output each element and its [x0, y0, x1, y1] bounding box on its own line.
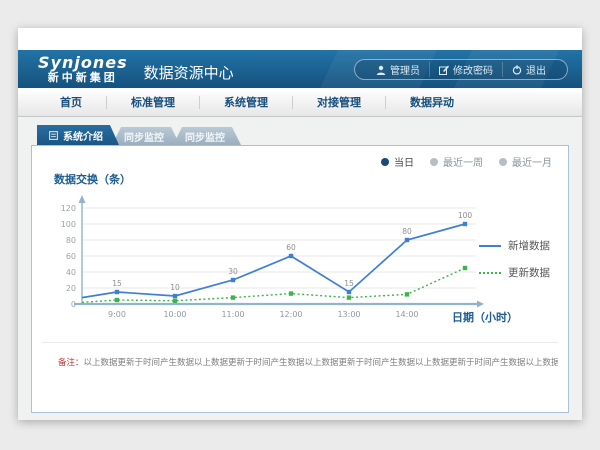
logout-label: 退出	[526, 62, 546, 77]
radio-dot	[381, 158, 389, 166]
brand-logo: Synjones 新中新集团	[38, 55, 128, 83]
document-icon	[49, 131, 58, 140]
note-text: 以上数据更新于时间产生数据以上数据更新于时间产生数据以上数据更新于时间产生数据以…	[84, 358, 558, 368]
brand-name: Synjones	[38, 55, 128, 72]
tab-label: 同步监控	[185, 129, 225, 144]
tab-label: 同步监控	[124, 129, 164, 144]
svg-text:11:00: 11:00	[221, 310, 244, 319]
radio-label: 当日	[394, 154, 414, 169]
tab-sync-monitor-2[interactable]: 同步监控	[173, 127, 241, 145]
svg-text:100: 100	[458, 211, 473, 220]
legend-item-update-data[interactable]: 更新数据	[479, 265, 550, 280]
svg-text:13:00: 13:00	[337, 310, 360, 319]
svg-text:10:00: 10:00	[163, 310, 186, 319]
svg-text:12:00: 12:00	[279, 310, 302, 319]
main-nav: 首页 标准管理 系统管理 对接管理 数据异动	[18, 88, 582, 117]
radio-today[interactable]: 当日	[381, 154, 414, 169]
nav-item-home[interactable]: 首页	[36, 96, 107, 109]
svg-text:60: 60	[66, 252, 76, 261]
user-name: 管理员	[390, 62, 420, 77]
footer-divider	[42, 342, 558, 343]
x-axis-title: 日期（小时）	[452, 309, 518, 325]
range-filter-group: 当日 最近一周 最近一月	[381, 154, 552, 169]
svg-text:100: 100	[61, 220, 76, 229]
header: Synjones 新中新集团 数据资源中心 管理员 修改密码 退出	[18, 50, 582, 88]
footer-note: 备注：以上数据更新于时间产生数据以上数据更新于时间产生数据以上数据更新于时间产生…	[58, 356, 558, 368]
svg-text:30: 30	[228, 267, 238, 276]
radio-label: 最近一周	[443, 154, 483, 169]
user-menu[interactable]: 管理员	[367, 62, 429, 77]
change-password-button[interactable]: 修改密码	[429, 62, 502, 77]
legend-label: 新增数据	[508, 238, 550, 253]
brand-name-cn: 新中新集团	[38, 72, 128, 84]
tab-bar: 系统介绍 同步监控 同步监控	[31, 125, 569, 145]
app-window: Synjones 新中新集团 数据资源中心 管理员 修改密码 退出 首页 标准管…	[18, 28, 582, 420]
svg-text:80: 80	[66, 236, 76, 245]
svg-text:120: 120	[61, 204, 76, 213]
solid-line-swatch	[479, 245, 501, 247]
line-chart: 0204060801001209:0010:0011:0012:0013:001…	[46, 188, 498, 338]
svg-text:9:00: 9:00	[108, 310, 126, 319]
series-legend: 新增数据 更新数据	[479, 238, 550, 292]
nav-item-system[interactable]: 系统管理	[200, 96, 293, 109]
chart-panel: 当日 最近一周 最近一月 数据交换（条） 0204060801001209:00…	[31, 145, 569, 413]
radio-label: 最近一月	[512, 154, 552, 169]
user-icon	[376, 65, 386, 75]
legend-label: 更新数据	[508, 265, 550, 280]
svg-text:80: 80	[402, 227, 412, 236]
radio-last-month[interactable]: 最近一月	[499, 154, 552, 169]
tab-sync-monitor-1[interactable]: 同步监控	[112, 127, 180, 145]
radio-dot	[499, 158, 507, 166]
change-password-label: 修改密码	[453, 62, 493, 77]
svg-text:60: 60	[286, 243, 296, 252]
svg-text:20: 20	[66, 284, 76, 293]
tab-system-intro[interactable]: 系统介绍	[37, 125, 119, 145]
svg-text:15: 15	[112, 279, 122, 288]
y-axis-title: 数据交换（条）	[54, 171, 131, 187]
svg-text:14:00: 14:00	[395, 310, 418, 319]
legend-item-new-data[interactable]: 新增数据	[479, 238, 550, 253]
nav-item-integration[interactable]: 对接管理	[293, 96, 386, 109]
logout-button[interactable]: 退出	[502, 62, 555, 77]
radio-last-week[interactable]: 最近一周	[430, 154, 483, 169]
nav-item-standards[interactable]: 标准管理	[107, 96, 200, 109]
content-area: 系统介绍 同步监控 同步监控 当日 最近一周	[18, 117, 582, 420]
page-title: 数据资源中心	[144, 56, 234, 83]
tab-label: 系统介绍	[63, 128, 103, 143]
svg-text:40: 40	[66, 268, 76, 277]
edit-icon	[439, 65, 449, 75]
power-icon	[512, 65, 522, 75]
radio-dot	[430, 158, 438, 166]
svg-text:15: 15	[344, 279, 354, 288]
dotted-line-swatch	[479, 272, 501, 274]
svg-text:10: 10	[170, 283, 180, 292]
nav-item-data-change[interactable]: 数据异动	[386, 96, 478, 109]
note-prefix: 备注：	[58, 358, 84, 368]
user-toolbar: 管理员 修改密码 退出	[354, 59, 568, 80]
